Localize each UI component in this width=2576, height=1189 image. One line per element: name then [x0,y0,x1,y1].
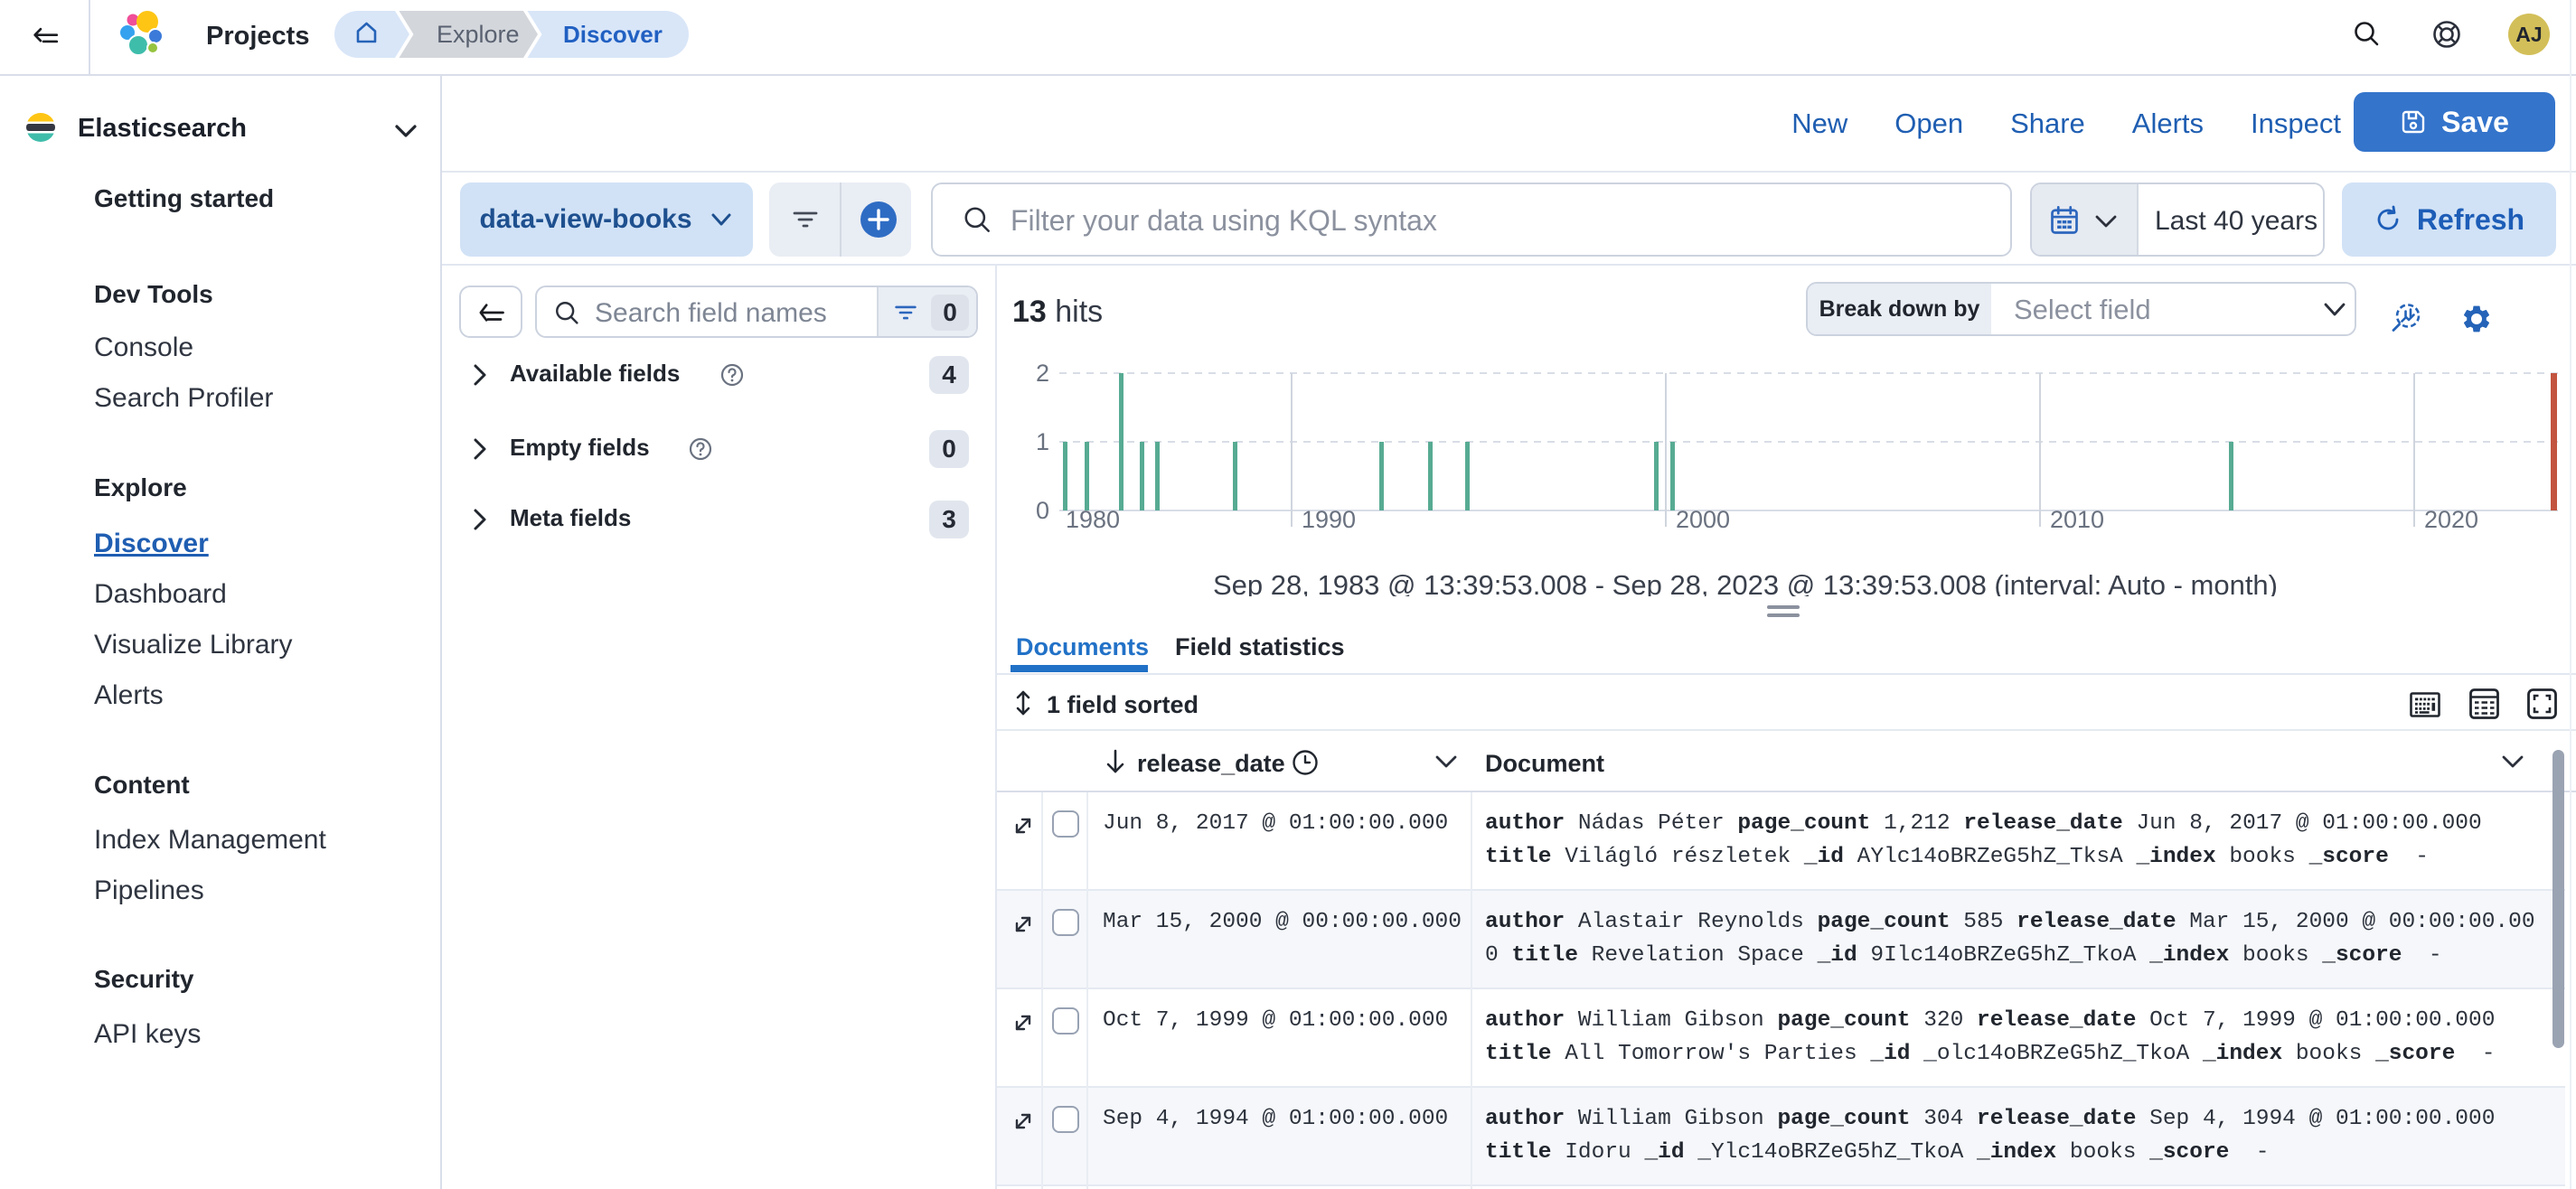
svg-text:1: 1 [1036,428,1049,455]
svg-text:2: 2 [1036,360,1049,387]
svg-text:0: 0 [1036,497,1049,524]
svg-text:2010: 2010 [2050,506,2104,533]
svg-text:1990: 1990 [1302,506,1356,533]
svg-text:2020: 2020 [2424,506,2478,533]
svg-text:Discover: Discover [563,21,663,48]
svg-text:2000: 2000 [1676,506,1730,533]
svg-text:1980: 1980 [1066,506,1120,533]
svg-text:Sep 28, 1983 @ 13:39:53.008 -: Sep 28, 1983 @ 13:39:53.008 - Sep 28, 20… [1213,569,2278,596]
svg-text:Explore: Explore [437,21,520,48]
